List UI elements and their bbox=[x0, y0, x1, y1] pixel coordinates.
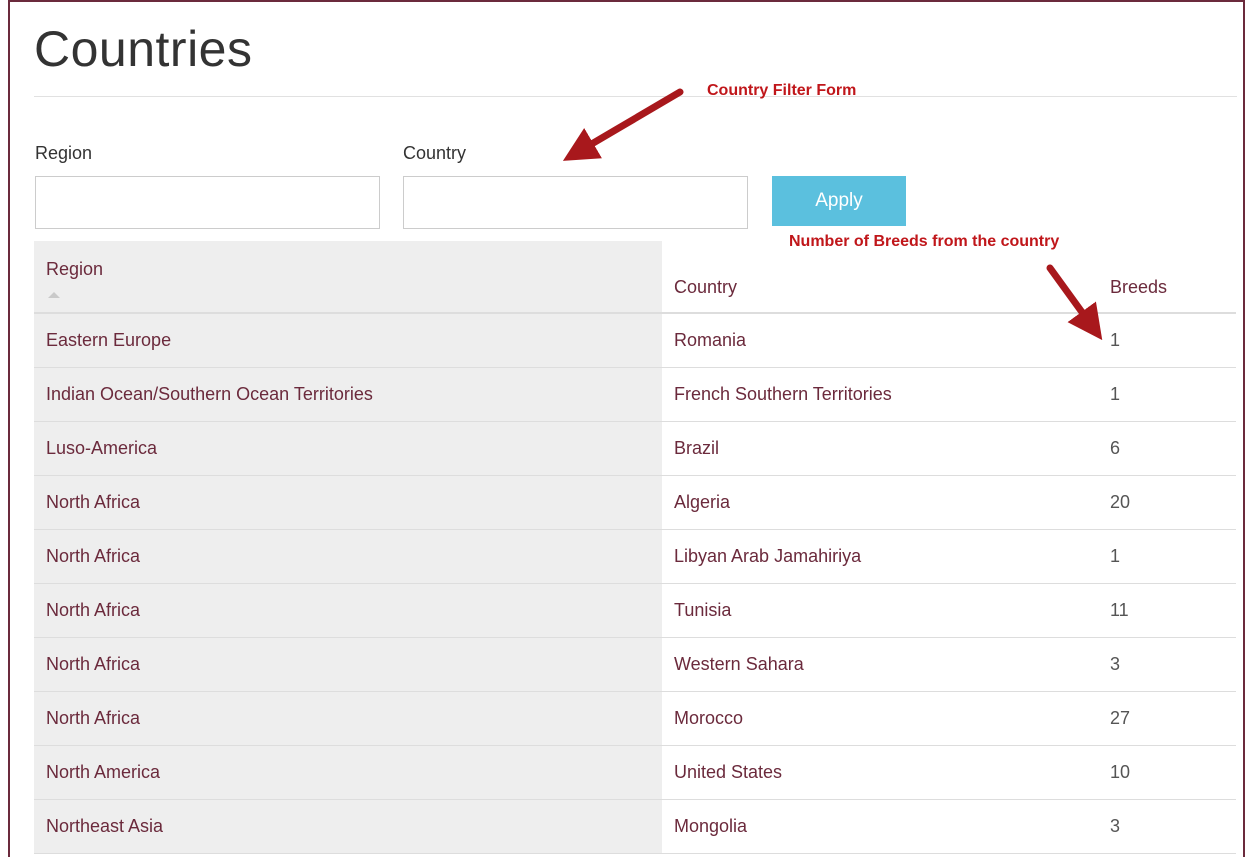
table-row: North Africa Tunisia 11 bbox=[34, 583, 1236, 638]
region-cell[interactable]: North Africa bbox=[34, 529, 662, 584]
column-header-region[interactable]: Region bbox=[34, 241, 662, 314]
breeds-cell: 1 bbox=[1098, 367, 1236, 422]
filter-form-annotation: Country Filter Form bbox=[707, 82, 857, 99]
table-header: Region Country Breeds bbox=[34, 241, 1236, 314]
breeds-cell: 6 bbox=[1098, 421, 1236, 476]
table-header-row: Region Country Breeds bbox=[34, 241, 1236, 314]
table-row: Indian Ocean/Southern Ocean Territories … bbox=[34, 367, 1236, 422]
region-cell[interactable]: North America bbox=[34, 745, 662, 800]
country-filter-input[interactable] bbox=[403, 176, 748, 229]
breeds-cell: 3 bbox=[1098, 637, 1236, 692]
region-cell[interactable]: Luso-America bbox=[34, 421, 662, 476]
breeds-annotation: Number of Breeds from the country bbox=[789, 233, 1060, 250]
column-header-region-label: Region bbox=[46, 259, 104, 279]
region-filter-input[interactable] bbox=[35, 176, 380, 229]
table-row: North Africa Western Sahara 3 bbox=[34, 637, 1236, 692]
country-cell[interactable]: Libyan Arab Jamahiriya bbox=[662, 529, 1098, 584]
region-cell[interactable]: Eastern Europe bbox=[34, 313, 662, 368]
sort-ascending-icon bbox=[48, 292, 60, 298]
region-cell[interactable]: Indian Ocean/Southern Ocean Territories bbox=[34, 367, 662, 422]
table-body: Eastern Europe Romania 1 Indian Ocean/So… bbox=[34, 313, 1236, 854]
breeds-cell: 20 bbox=[1098, 475, 1236, 530]
table-row: North Africa Algeria 20 bbox=[34, 475, 1236, 530]
country-filter-label: Country bbox=[403, 143, 467, 163]
region-cell[interactable]: North Africa bbox=[34, 691, 662, 746]
table-row: North America United States 10 bbox=[34, 745, 1236, 800]
column-header-country[interactable]: Country bbox=[662, 241, 1098, 314]
table-row: Northeast Asia Mongolia 3 bbox=[34, 799, 1236, 854]
country-cell[interactable]: Mongolia bbox=[662, 799, 1098, 854]
countries-table: Region Country Breeds Eastern Europe Rom… bbox=[34, 241, 1236, 854]
region-cell[interactable]: North Africa bbox=[34, 475, 662, 530]
title-divider bbox=[34, 96, 1237, 97]
country-cell[interactable]: Tunisia bbox=[662, 583, 1098, 638]
region-filter-label: Region bbox=[35, 143, 93, 163]
breeds-cell: 1 bbox=[1098, 313, 1236, 368]
country-cell[interactable]: French Southern Territories bbox=[662, 367, 1098, 422]
table-row: Luso-America Brazil 6 bbox=[34, 421, 1236, 476]
country-cell[interactable]: Algeria bbox=[662, 475, 1098, 530]
column-header-breeds[interactable]: Breeds bbox=[1098, 241, 1236, 314]
breeds-cell: 3 bbox=[1098, 799, 1236, 854]
table-row: North Africa Morocco 27 bbox=[34, 691, 1236, 746]
table-row: Eastern Europe Romania 1 bbox=[34, 313, 1236, 368]
country-cell[interactable]: Romania bbox=[662, 313, 1098, 368]
breeds-cell: 1 bbox=[1098, 529, 1236, 584]
region-cell[interactable]: Northeast Asia bbox=[34, 799, 662, 854]
page-title: Countries bbox=[34, 21, 253, 77]
country-cell[interactable]: Western Sahara bbox=[662, 637, 1098, 692]
country-cell[interactable]: Brazil bbox=[662, 421, 1098, 476]
table-row: North Africa Libyan Arab Jamahiriya 1 bbox=[34, 529, 1236, 584]
country-cell[interactable]: Morocco bbox=[662, 691, 1098, 746]
country-cell[interactable]: United States bbox=[662, 745, 1098, 800]
region-cell[interactable]: North Africa bbox=[34, 583, 662, 638]
breeds-cell: 11 bbox=[1098, 583, 1236, 638]
apply-button[interactable]: Apply bbox=[772, 176, 906, 226]
region-cell[interactable]: North Africa bbox=[34, 637, 662, 692]
breeds-cell: 10 bbox=[1098, 745, 1236, 800]
breeds-cell: 27 bbox=[1098, 691, 1236, 746]
